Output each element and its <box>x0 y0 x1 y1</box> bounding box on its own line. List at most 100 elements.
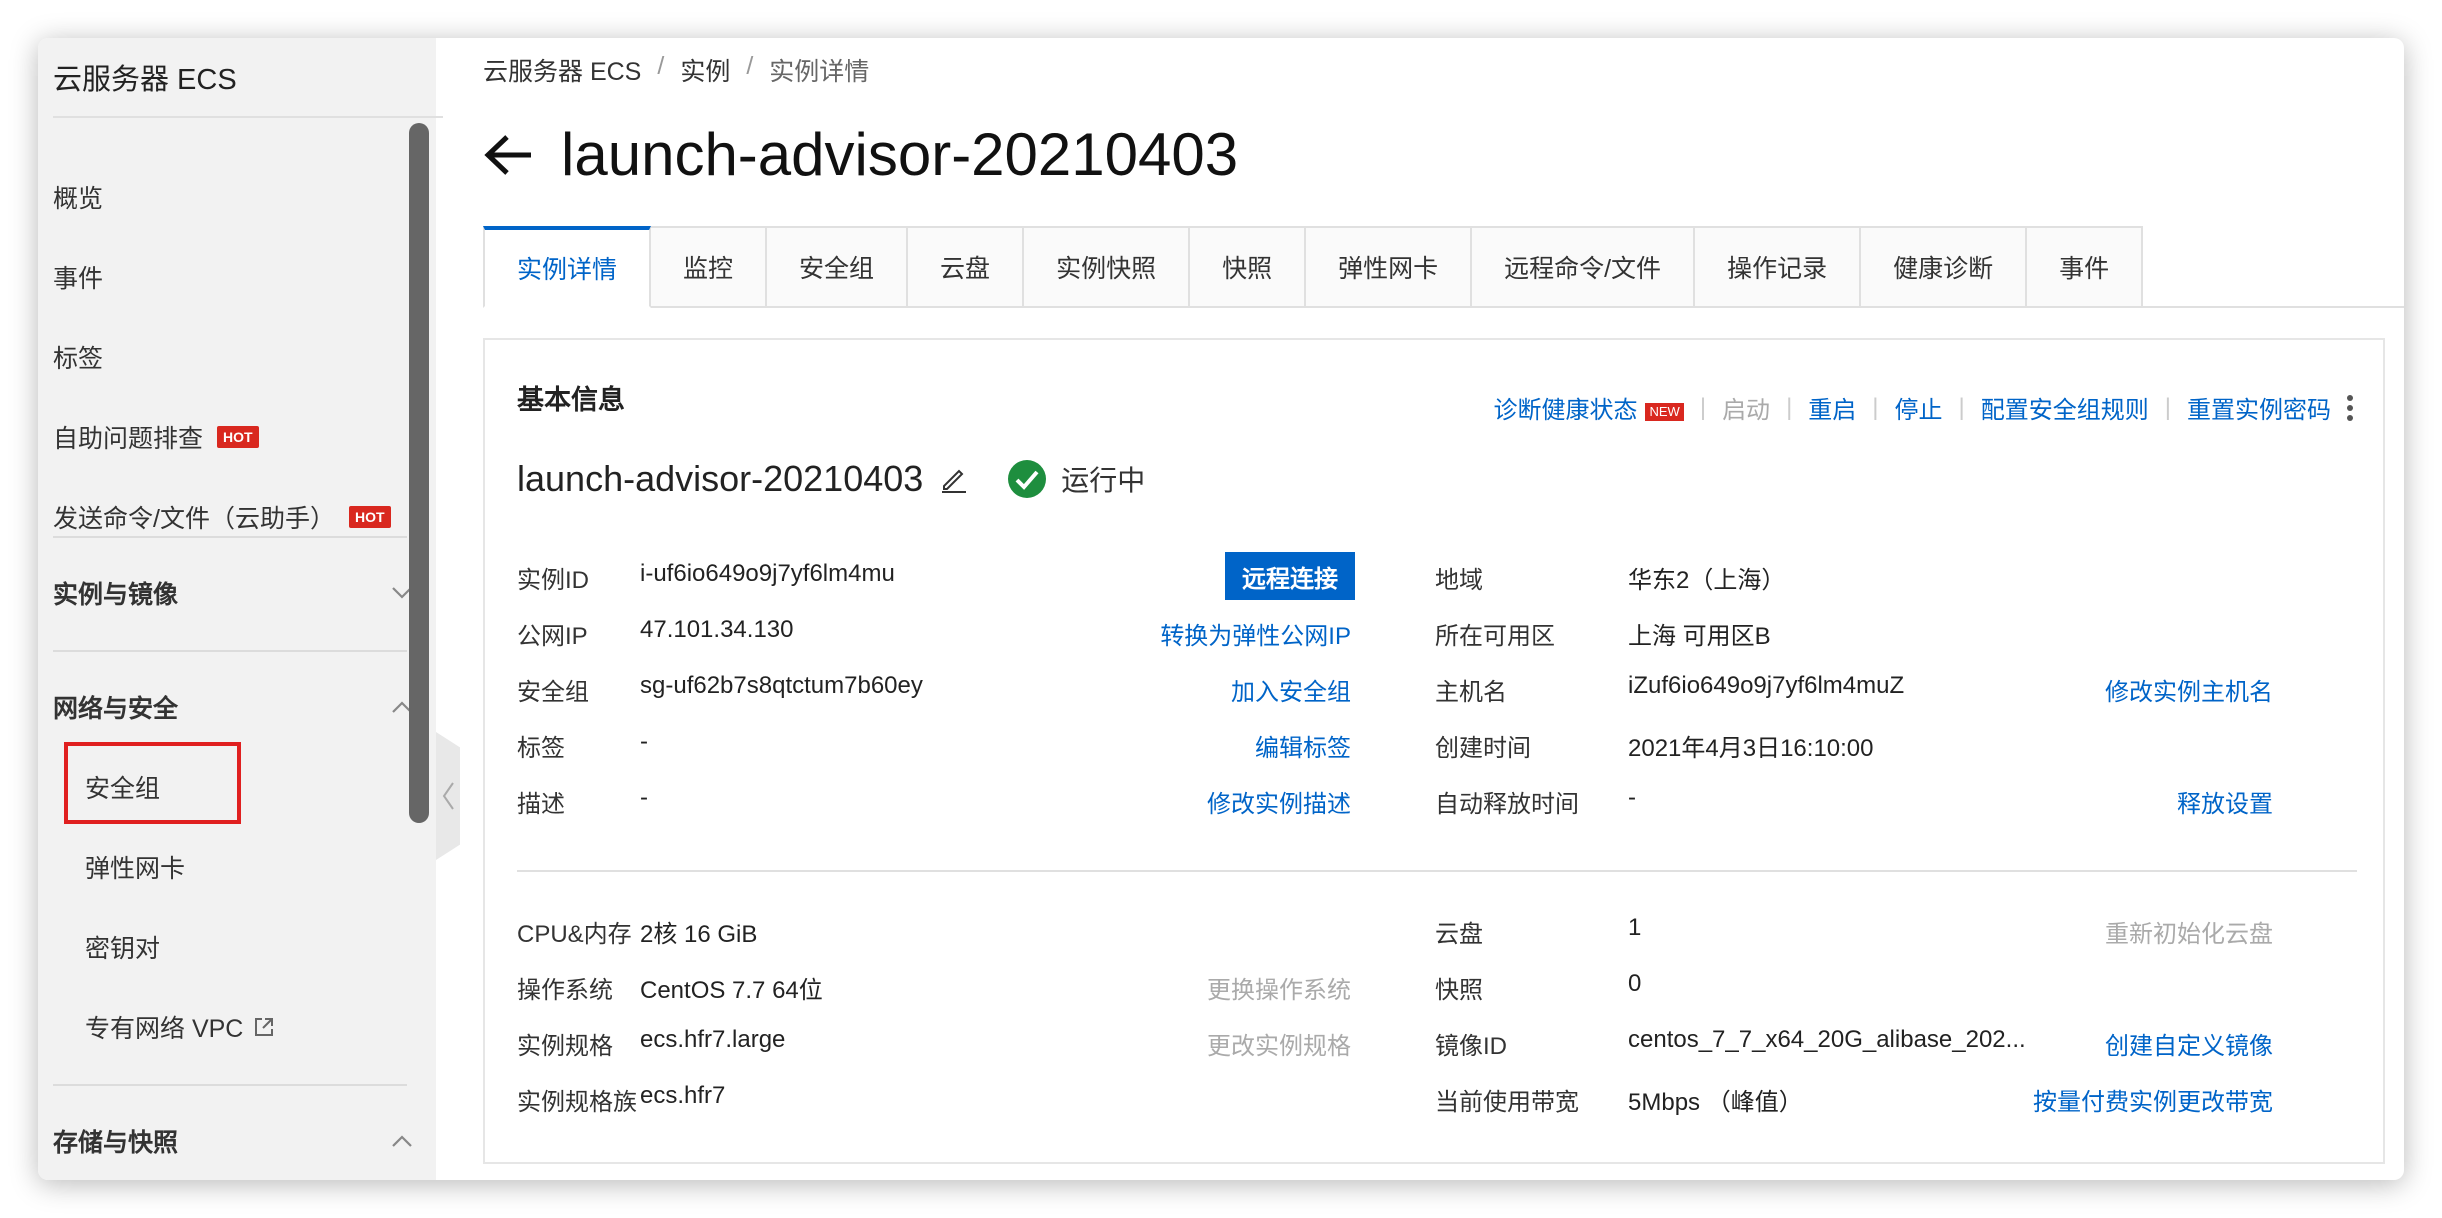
sidebar-item-send-command[interactable]: 发送命令/文件（云助手） HOT <box>53 492 433 542</box>
configure-sg-rules-link[interactable]: 配置安全组规则 <box>1981 390 2149 425</box>
description-value: - <box>640 784 648 811</box>
sidebar-divider <box>53 536 407 538</box>
sidebar-item-vpc[interactable]: 专有网络 VPC <box>85 1002 465 1052</box>
edit-description-link[interactable]: 修改实例描述 <box>1207 784 1351 819</box>
sidebar: 云服务器 ECS 概览 事件 标签 自助问题排查 HOT 发送命令/文件（云助手… <box>38 38 443 1180</box>
change-os-link[interactable]: 更换操作系统 <box>1207 970 1351 1005</box>
tab-instance-details[interactable]: 实例详情 <box>483 226 652 308</box>
sidebar-item-tags[interactable]: 标签 <box>53 332 433 382</box>
release-settings-link[interactable]: 释放设置 <box>2177 784 2273 819</box>
page-title: launch-advisor-20210403 <box>561 121 1239 188</box>
disk-count-value: 1 <box>1628 914 1642 941</box>
new-badge: NEW <box>1645 402 1684 421</box>
sidebar-item-events[interactable]: 事件 <box>53 252 433 302</box>
action-separator: | <box>2164 393 2171 421</box>
back-arrow-icon[interactable] <box>483 133 533 177</box>
tab-disks[interactable]: 云盘 <box>908 226 1025 308</box>
edit-pencil-icon[interactable] <box>939 464 969 494</box>
sidebar-item-label: 概览 <box>53 185 104 213</box>
instance-family-value: ecs.hfr7 <box>640 1082 726 1109</box>
instance-header: launch-advisor-20210403 运行中 <box>517 458 1145 500</box>
sidebar-group-storage-snapshots[interactable]: 存储与快照 <box>53 1116 413 1166</box>
cpu-memory-value: 2核 16 GiB <box>640 921 758 948</box>
field-label: 云盘 <box>1435 921 1483 948</box>
sidebar-item-keypair[interactable]: 密钥对 <box>85 922 465 972</box>
instance-name: launch-advisor-20210403 <box>517 458 924 499</box>
action-separator: | <box>1872 393 1879 421</box>
os-value: CentOS 7.7 64位 <box>640 977 823 1004</box>
sidebar-scrollbar[interactable] <box>409 123 429 823</box>
field-label: 实例规格 <box>517 1033 613 1060</box>
console-window: 云服务器 ECS 概览 事件 标签 自助问题排查 HOT 发送命令/文件（云助手… <box>38 38 2404 1180</box>
breadcrumb-separator: / <box>746 52 754 80</box>
change-instance-type-link[interactable]: 更改实例规格 <box>1207 1026 1351 1061</box>
sidebar-item-label: 自助问题排查 <box>53 425 204 453</box>
card-title: 基本信息 <box>517 385 625 415</box>
edit-hostname-link[interactable]: 修改实例主机名 <box>2105 672 2273 707</box>
breadcrumb-item[interactable]: 实例 <box>680 52 730 88</box>
status-running-icon <box>1008 460 1047 498</box>
tab-security-groups[interactable]: 安全组 <box>767 226 909 308</box>
created-time-value: 2021年4月3日16:10:00 <box>1628 735 1874 762</box>
breadcrumb: 云服务器 ECS / 实例 / 实例详情 <box>483 52 869 88</box>
field-label: 创建时间 <box>1435 735 1531 762</box>
tags-value: - <box>640 728 648 755</box>
hot-badge: HOT <box>348 506 391 528</box>
diagnose-health-link[interactable]: 诊断健康状态 NEW <box>1493 390 1684 425</box>
sidebar-item-label: 专有网络 VPC <box>85 1015 244 1043</box>
tab-bar: 实例详情 监控 安全组 云盘 实例快照 快照 弹性网卡 远程命令/文件 操作记录… <box>483 226 2144 308</box>
field-label: 快照 <box>1435 977 1483 1004</box>
reinit-disk-link[interactable]: 重新初始化云盘 <box>2105 914 2273 949</box>
auto-release-value: - <box>1628 784 1636 811</box>
sidebar-group-label: 存储与快照 <box>53 1129 179 1157</box>
reset-password-link[interactable]: 重置实例密码 <box>2187 390 2331 425</box>
start-link[interactable]: 启动 <box>1722 390 1770 425</box>
field-label: 当前使用带宽 <box>1435 1089 1579 1116</box>
field-label: CPU&内存 <box>517 921 632 948</box>
join-security-group-link[interactable]: 加入安全组 <box>1231 672 1351 707</box>
tab-operation-logs[interactable]: 操作记录 <box>1695 226 1862 308</box>
sidebar-group-label: 实例与镜像 <box>53 581 179 609</box>
instance-id-value: i-uf6io649o9j7yf6lm4mu <box>640 560 895 587</box>
restart-link[interactable]: 重启 <box>1808 390 1856 425</box>
instance-actions: 诊断健康状态 NEW | 启动 | 重启 | 停止 | 配置安全组规则 | 重置实… <box>1493 390 2355 425</box>
sidebar-group-label: 网络与安全 <box>53 695 179 723</box>
status-text: 运行中 <box>1061 465 1146 496</box>
tab-instance-snapshots[interactable]: 实例快照 <box>1024 226 1191 308</box>
field-label: 操作系统 <box>517 977 613 1004</box>
field-label: 安全组 <box>517 679 589 706</box>
action-separator: | <box>1958 393 1965 421</box>
create-custom-image-link[interactable]: 创建自定义镜像 <box>2105 1026 2273 1061</box>
sidebar-item-overview[interactable]: 概览 <box>53 172 433 222</box>
sidebar-item-label: 标签 <box>53 345 104 373</box>
field-label: 实例ID <box>517 567 589 594</box>
tab-remote-commands[interactable]: 远程命令/文件 <box>1472 226 1696 308</box>
region-value: 华东2（上海） <box>1628 567 1786 594</box>
sidebar-group-network-security[interactable]: 网络与安全 <box>53 682 413 732</box>
change-bandwidth-link[interactable]: 按量付费实例更改带宽 <box>2033 1082 2273 1117</box>
zone-value: 上海 可用区B <box>1628 623 1771 650</box>
tab-health-diagnosis[interactable]: 健康诊断 <box>1861 226 2028 308</box>
tab-eni[interactable]: 弹性网卡 <box>1306 226 1473 308</box>
chevron-up-icon <box>392 1135 412 1147</box>
stop-link[interactable]: 停止 <box>1895 390 1943 425</box>
sidebar-item-label: 密钥对 <box>85 935 161 963</box>
convert-eip-link[interactable]: 转换为弹性公网IP <box>1160 616 1351 651</box>
tab-events[interactable]: 事件 <box>2027 226 2144 308</box>
field-label: 标签 <box>517 735 565 762</box>
breadcrumb-separator: / <box>657 52 665 80</box>
remote-connect-button[interactable]: 远程连接 <box>1225 552 1355 600</box>
sidebar-item-self-diagnosis[interactable]: 自助问题排查 HOT <box>53 412 433 462</box>
more-vertical-icon[interactable] <box>2345 393 2355 423</box>
sidebar-item-eni[interactable]: 弹性网卡 <box>85 842 465 892</box>
sidebar-group-instances-images[interactable]: 实例与镜像 <box>53 568 413 618</box>
main-content: 云服务器 ECS / 实例 / 实例详情 launch-advisor-2021… <box>436 38 2404 1180</box>
edit-tags-link[interactable]: 编辑标签 <box>1255 728 1351 763</box>
tab-snapshots[interactable]: 快照 <box>1190 226 1307 308</box>
breadcrumb-current: 实例详情 <box>769 58 870 86</box>
hot-badge: HOT <box>217 426 259 448</box>
tab-monitoring[interactable]: 监控 <box>651 226 768 308</box>
field-label: 自动释放时间 <box>1435 791 1579 818</box>
breadcrumb-item[interactable]: 云服务器 ECS <box>483 52 641 88</box>
sidebar-title: 云服务器 ECS <box>53 38 443 118</box>
